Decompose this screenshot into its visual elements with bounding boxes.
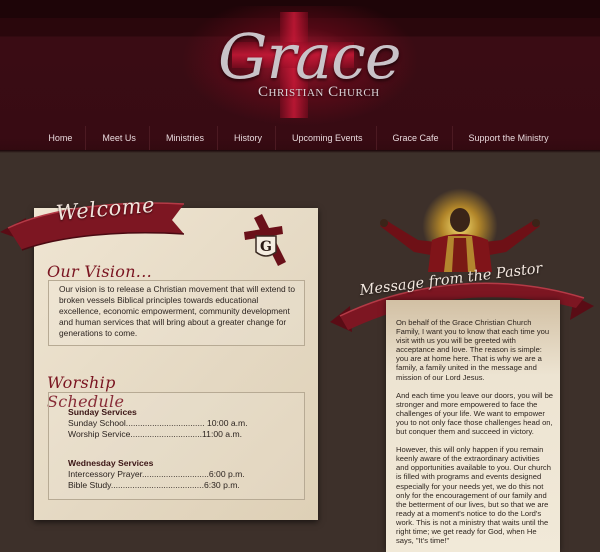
nav-upcoming-events[interactable]: Upcoming Events	[276, 126, 377, 150]
svg-text:G: G	[260, 239, 272, 255]
message-paragraph: However, this will only happen if you re…	[396, 445, 551, 546]
nav-grace-cafe[interactable]: Grace Cafe	[377, 126, 453, 150]
schedule-row: Intercessory Prayer.....................…	[68, 469, 245, 479]
message-paragraph: On behalf of the Grace Christian Church …	[396, 318, 550, 382]
nav-home[interactable]: Home	[38, 126, 87, 150]
schedule-row: Bible Study.............................…	[68, 480, 240, 490]
schedule-row: Sunday School...........................…	[68, 418, 248, 428]
main-nav: Home Meet Us Ministries History Upcoming…	[0, 126, 600, 150]
pastor-message-text: On behalf of the Grace Christian Church …	[396, 318, 554, 552]
message-paragraph: And each time you leave our doors, you w…	[396, 390, 554, 437]
nav-meet-us[interactable]: Meet Us	[86, 126, 150, 150]
logo-subtitle: Christian Church	[258, 84, 380, 100]
pastor-photo	[380, 208, 540, 272]
church-emblem-icon: G	[244, 214, 286, 266]
worship-schedule: Sunday Services Sunday School...........…	[48, 392, 305, 500]
sunday-services-heading: Sunday Services	[68, 407, 137, 417]
nav-history[interactable]: History	[218, 126, 276, 150]
header-divider	[0, 150, 600, 153]
nav-ministries[interactable]: Ministries	[150, 126, 218, 150]
schedule-row: Worship Service.........................…	[68, 429, 243, 439]
wednesday-services-heading: Wednesday Services	[68, 458, 154, 468]
nav-support-the-ministry[interactable]: Support the Ministry	[453, 126, 562, 150]
vision-text: Our vision is to release a Christian mov…	[48, 280, 305, 346]
